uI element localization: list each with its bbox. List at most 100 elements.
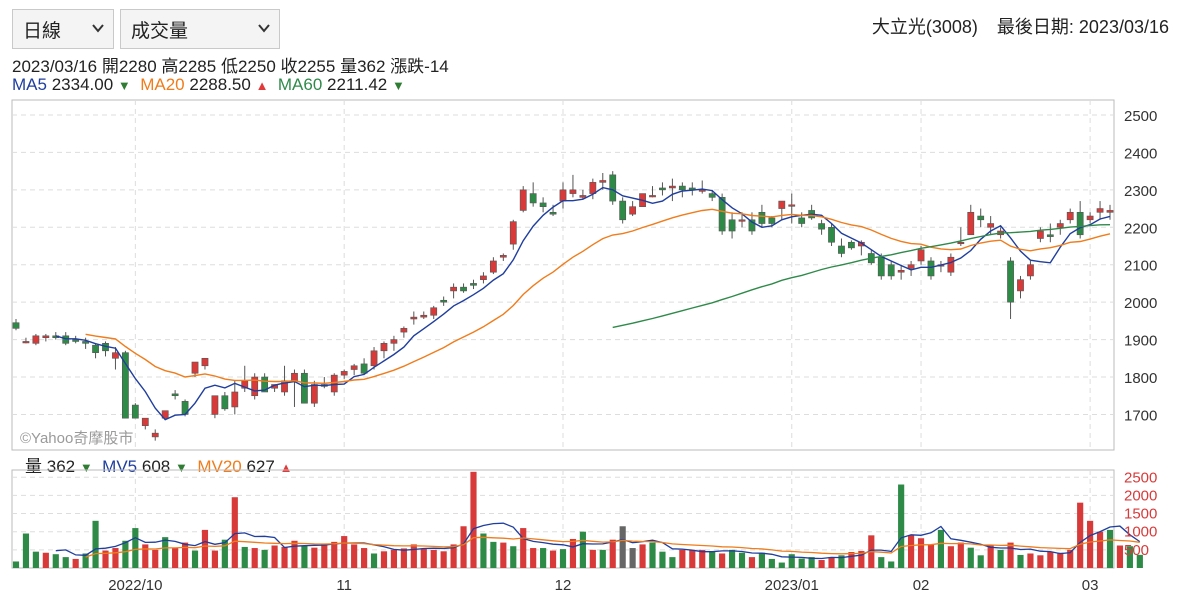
- x-tick-label: 2023/01: [765, 577, 819, 594]
- price-tick-label: 2400: [1124, 145, 1157, 162]
- candle-body: [450, 286, 457, 292]
- volume-bar: [152, 549, 159, 568]
- volume-bar: [927, 544, 935, 568]
- price-tick-label: 1700: [1124, 407, 1157, 424]
- volume-bar: [261, 549, 268, 568]
- volume-bar: [719, 553, 726, 568]
- volume-bar: [1116, 545, 1124, 568]
- candle-body: [957, 241, 965, 245]
- candle-body: [32, 335, 40, 344]
- candle-body: [340, 371, 348, 376]
- volume-bar: [947, 546, 954, 568]
- volume-bar: [709, 551, 716, 568]
- candle-body: [619, 200, 627, 221]
- volume-bar: [211, 550, 218, 568]
- volume-tick-label: 1000: [1124, 524, 1157, 541]
- ma5-line: [55, 186, 1111, 421]
- volume-bar: [579, 531, 586, 568]
- candle-body: [758, 211, 766, 224]
- volume-bar: [42, 552, 49, 568]
- volume-bar: [22, 533, 30, 568]
- candle-body: [877, 256, 885, 277]
- volume-bar: [977, 555, 984, 568]
- candle-body: [221, 395, 229, 410]
- volume-bar: [549, 550, 557, 568]
- volume-bar: [878, 557, 885, 568]
- volume-bar: [639, 544, 646, 568]
- candle-body: [897, 270, 905, 273]
- candle-body: [400, 328, 408, 333]
- candle-body: [380, 343, 388, 352]
- volume-bar: [540, 548, 547, 568]
- candle-body: [1036, 230, 1044, 239]
- candle-body: [798, 217, 806, 224]
- volume-bar: [251, 548, 258, 568]
- candle-body: [131, 404, 139, 419]
- candle-body: [927, 260, 935, 277]
- candle-body: [22, 341, 30, 344]
- volume-bar: [430, 549, 437, 568]
- candle-body: [669, 185, 676, 189]
- candle-body: [310, 384, 318, 404]
- candle-body: [1076, 211, 1084, 236]
- candle-body: [171, 393, 179, 397]
- volume-bar: [788, 554, 795, 568]
- volume-bar: [530, 548, 537, 568]
- volume-bar: [908, 535, 915, 568]
- volume-bar: [1047, 551, 1054, 568]
- volume-bar: [112, 548, 119, 568]
- candle-body: [659, 187, 666, 191]
- volume-bar: [848, 552, 855, 568]
- candle-body: [987, 223, 995, 228]
- volume-tick-label: 2000: [1124, 487, 1157, 504]
- volume-bar: [380, 551, 388, 568]
- volume-bar: [669, 557, 676, 568]
- candle-body: [579, 195, 587, 198]
- volume-bar: [291, 540, 298, 568]
- volume-bar: [361, 548, 368, 568]
- candle-body: [1007, 260, 1014, 303]
- ma60-line: [612, 224, 1111, 329]
- volume-bar: [470, 471, 477, 568]
- candle-body: [828, 226, 835, 243]
- volume-bar: [589, 549, 596, 568]
- candle-body: [390, 339, 398, 344]
- candle-body: [788, 204, 796, 207]
- volume-bar: [1077, 502, 1084, 568]
- volume-bar: [937, 529, 945, 568]
- candle-body: [678, 185, 686, 191]
- volume-bar: [679, 549, 686, 568]
- volume-bar: [748, 557, 756, 568]
- candle-body: [559, 189, 567, 202]
- candle-body: [291, 372, 298, 382]
- volume-bar: [480, 533, 487, 568]
- volume-bar: [281, 546, 288, 568]
- stock-chart[interactable]: 1700180019002000210022002300240025005001…: [0, 0, 1185, 608]
- volume-tick-label: 500: [1124, 542, 1149, 559]
- volume-bar: [818, 560, 825, 568]
- volume-bar: [420, 548, 427, 568]
- candle-body: [1066, 211, 1074, 221]
- volume-bar: [52, 554, 59, 568]
- volume-bar: [331, 541, 338, 568]
- volume-bar: [500, 542, 507, 568]
- volume-bar: [12, 561, 20, 568]
- candle-body: [519, 189, 527, 211]
- volume-bar: [758, 552, 765, 568]
- volume-bar: [1037, 555, 1044, 568]
- candle-body: [410, 316, 418, 320]
- volume-bar: [341, 536, 348, 568]
- candle-body: [330, 374, 338, 393]
- volume-bar: [798, 558, 805, 568]
- volume-bar: [62, 557, 69, 568]
- volume-bar: [1106, 529, 1114, 568]
- volume-bar: [172, 547, 179, 568]
- volume-bar: [390, 549, 398, 568]
- volume-bar: [221, 539, 228, 568]
- candle-body: [430, 307, 438, 316]
- volume-bar: [92, 520, 99, 568]
- volume-bar: [609, 539, 616, 568]
- price-tick-label: 2100: [1124, 258, 1157, 275]
- volume-bar: [370, 553, 378, 568]
- candle-body: [549, 211, 557, 215]
